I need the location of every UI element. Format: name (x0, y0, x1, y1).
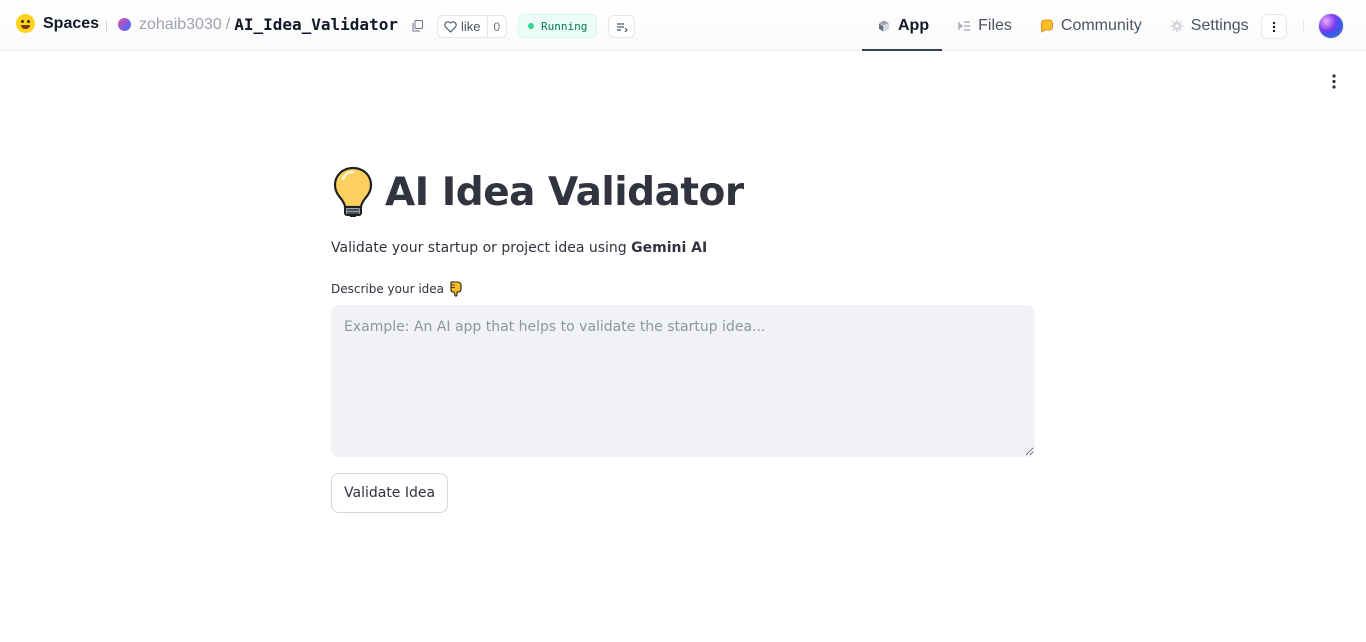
field-label-text: Describe your idea (331, 281, 445, 296)
like-button[interactable]: like 0 (437, 15, 508, 38)
tab-label: Community (1060, 16, 1142, 34)
status-label: Running (541, 19, 588, 33)
pointing-down-icon (450, 281, 462, 297)
tab-label: Files (978, 16, 1012, 34)
more-options-button[interactable] (1261, 14, 1287, 39)
breadcrumb-separator: / (225, 15, 231, 33)
hugging-face-logo-icon (16, 14, 35, 33)
heart-icon (444, 20, 457, 33)
user-avatar[interactable] (1318, 13, 1344, 39)
title-text: AI Idea Validator (385, 169, 744, 215)
tab-app[interactable]: App (862, 0, 943, 51)
owner-link[interactable]: zohaib3030 (139, 16, 222, 34)
idea-textarea[interactable] (331, 305, 1035, 457)
lightbulb-icon (333, 166, 373, 217)
files-icon (958, 20, 971, 31)
tab-settings[interactable]: Settings (1155, 0, 1262, 51)
copy-icon[interactable] (412, 20, 423, 32)
vertical-dots-icon (1332, 73, 1336, 89)
logs-icon (616, 22, 628, 32)
logs-button[interactable] (608, 15, 635, 38)
status-dot-icon (528, 23, 534, 29)
top-header: Spaces zohaib3030 / AI_Idea_Validator li… (0, 0, 1366, 51)
brand-label: Spaces (43, 14, 100, 32)
tab-label: Settings (1190, 16, 1249, 34)
subtitle-text: Validate your startup or project idea us… (331, 240, 632, 256)
subtitle: Validate your startup or project idea us… (331, 240, 707, 256)
divider (1303, 20, 1304, 32)
idea-field-label: Describe your idea (331, 280, 464, 297)
like-count[interactable]: 0 (486, 16, 507, 37)
spaces-home-link[interactable]: Spaces (16, 14, 99, 33)
breadcrumb: zohaib3030 / AI_Idea_Validator (118, 15, 398, 34)
repo-name-link[interactable]: AI_Idea_Validator (234, 15, 398, 34)
tab-files[interactable]: Files (942, 0, 1025, 51)
app-main-menu-button[interactable] (1322, 70, 1346, 92)
like-label: like (461, 19, 481, 34)
validate-idea-button[interactable]: Validate Idea (331, 473, 449, 513)
tab-label: App (898, 16, 930, 34)
owner-avatar (118, 18, 131, 31)
community-icon (1040, 19, 1053, 33)
subtitle-emphasis: Gemini AI (631, 240, 708, 256)
gear-icon (1170, 19, 1183, 32)
vertical-dots-icon (1272, 21, 1276, 32)
status-badge[interactable]: Running (518, 14, 598, 38)
tab-community[interactable]: Community (1025, 0, 1155, 51)
divider (106, 20, 107, 31)
cube-icon (879, 20, 889, 31)
space-tabs: App Files Community Settings (862, 0, 1262, 51)
page-title: AI Idea Validator (331, 165, 744, 219)
